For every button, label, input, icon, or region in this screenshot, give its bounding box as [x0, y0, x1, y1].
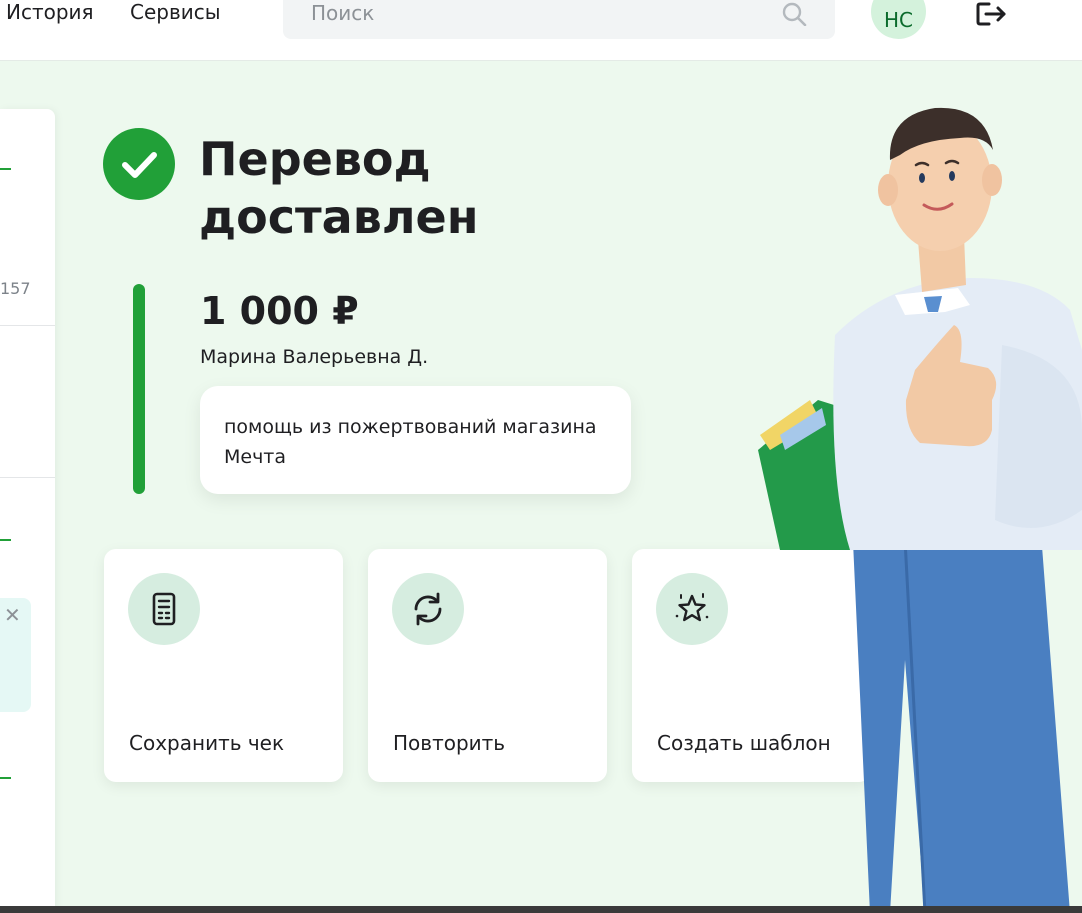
repeat-label: Повторить [393, 731, 506, 755]
repeat-button[interactable]: Повторить [368, 549, 607, 782]
save-receipt-button[interactable]: Сохранить чек [104, 549, 343, 782]
receipt-icon [128, 573, 200, 645]
check-circle-icon [103, 128, 175, 200]
search-box[interactable] [283, 0, 835, 39]
search-icon[interactable] [781, 2, 807, 26]
transfer-message: помощь из пожертвований магазина Мечта [200, 386, 631, 494]
person-illustration [758, 107, 1082, 913]
status-bar [133, 284, 145, 494]
status-dash [0, 777, 11, 779]
refresh-icon [392, 573, 464, 645]
save-receipt-label: Сохранить чек [129, 731, 285, 755]
partial-number: 157 [0, 279, 31, 298]
star-icon [656, 573, 728, 645]
status-dash [0, 168, 11, 170]
nav-services-link[interactable]: Сервисы [130, 0, 221, 24]
close-icon[interactable]: ✕ [4, 603, 21, 627]
taskbar-edge [0, 906, 1082, 913]
page-title: Перевод доставлен [199, 132, 479, 244]
transfer-amount: 1 000 ₽ [200, 289, 359, 333]
search-input[interactable] [311, 0, 771, 26]
divider [0, 325, 55, 326]
user-avatar[interactable]: НС [871, 0, 926, 39]
status-dash [0, 539, 11, 541]
divider [0, 477, 55, 478]
top-header: История Сервисы НС [0, 0, 1082, 61]
logout-icon[interactable] [975, 0, 1009, 30]
nav-history-link[interactable]: История [6, 0, 94, 24]
recipient-name: Марина Валерьевна Д. [200, 346, 429, 368]
history-side-panel: 157 ✕ [0, 109, 55, 913]
